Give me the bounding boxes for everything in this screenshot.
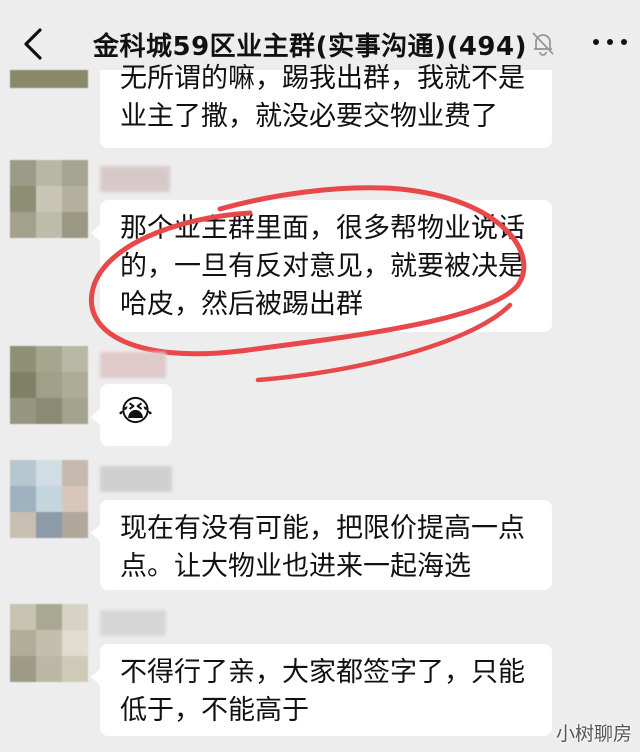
sender-name [100,466,172,492]
more-dots-icon[interactable] [590,32,630,52]
message-line: 不得行了亲，大家都签字了，只能 [120,657,525,688]
bell-off-icon [532,32,554,56]
message-line: 业主了撒，就没必要交物业费了 [120,101,498,132]
message-bubble[interactable]: 无所谓的嘛，踢我出群，我就不是 业主了撒，就没必要交物业费了 [100,63,552,148]
sender-name [100,610,166,636]
message-bubble[interactable]: 😭 [91,384,172,446]
crying-emoji-icon: 😭 [118,394,154,429]
watermark: 小树聊房 [555,723,632,745]
avatar[interactable] [10,460,88,538]
message-line: 现在有没有可能，把限价提高一点 [120,513,525,544]
avatar[interactable] [10,604,88,682]
chat-title: 金科城59区业主群(实事沟通)(494) [93,32,527,62]
message-bubble[interactable]: 现在有没有可能，把限价提高一点 点。让大物业也进来一起海选 [91,500,552,590]
message-bubble[interactable]: 不得行了亲，大家都签字了，只能 低于，不能高于 [91,644,552,736]
avatar[interactable] [10,70,88,88]
avatar[interactable] [10,346,88,424]
chevron-left-icon[interactable] [16,24,50,64]
message-line: 无所谓的嘛，踢我出群，我就不是 [120,63,525,94]
sender-name [100,352,166,378]
message-line: 低于，不能高于 [120,695,309,726]
message-line: 点。让大物业也进来一起海选 [120,551,471,582]
